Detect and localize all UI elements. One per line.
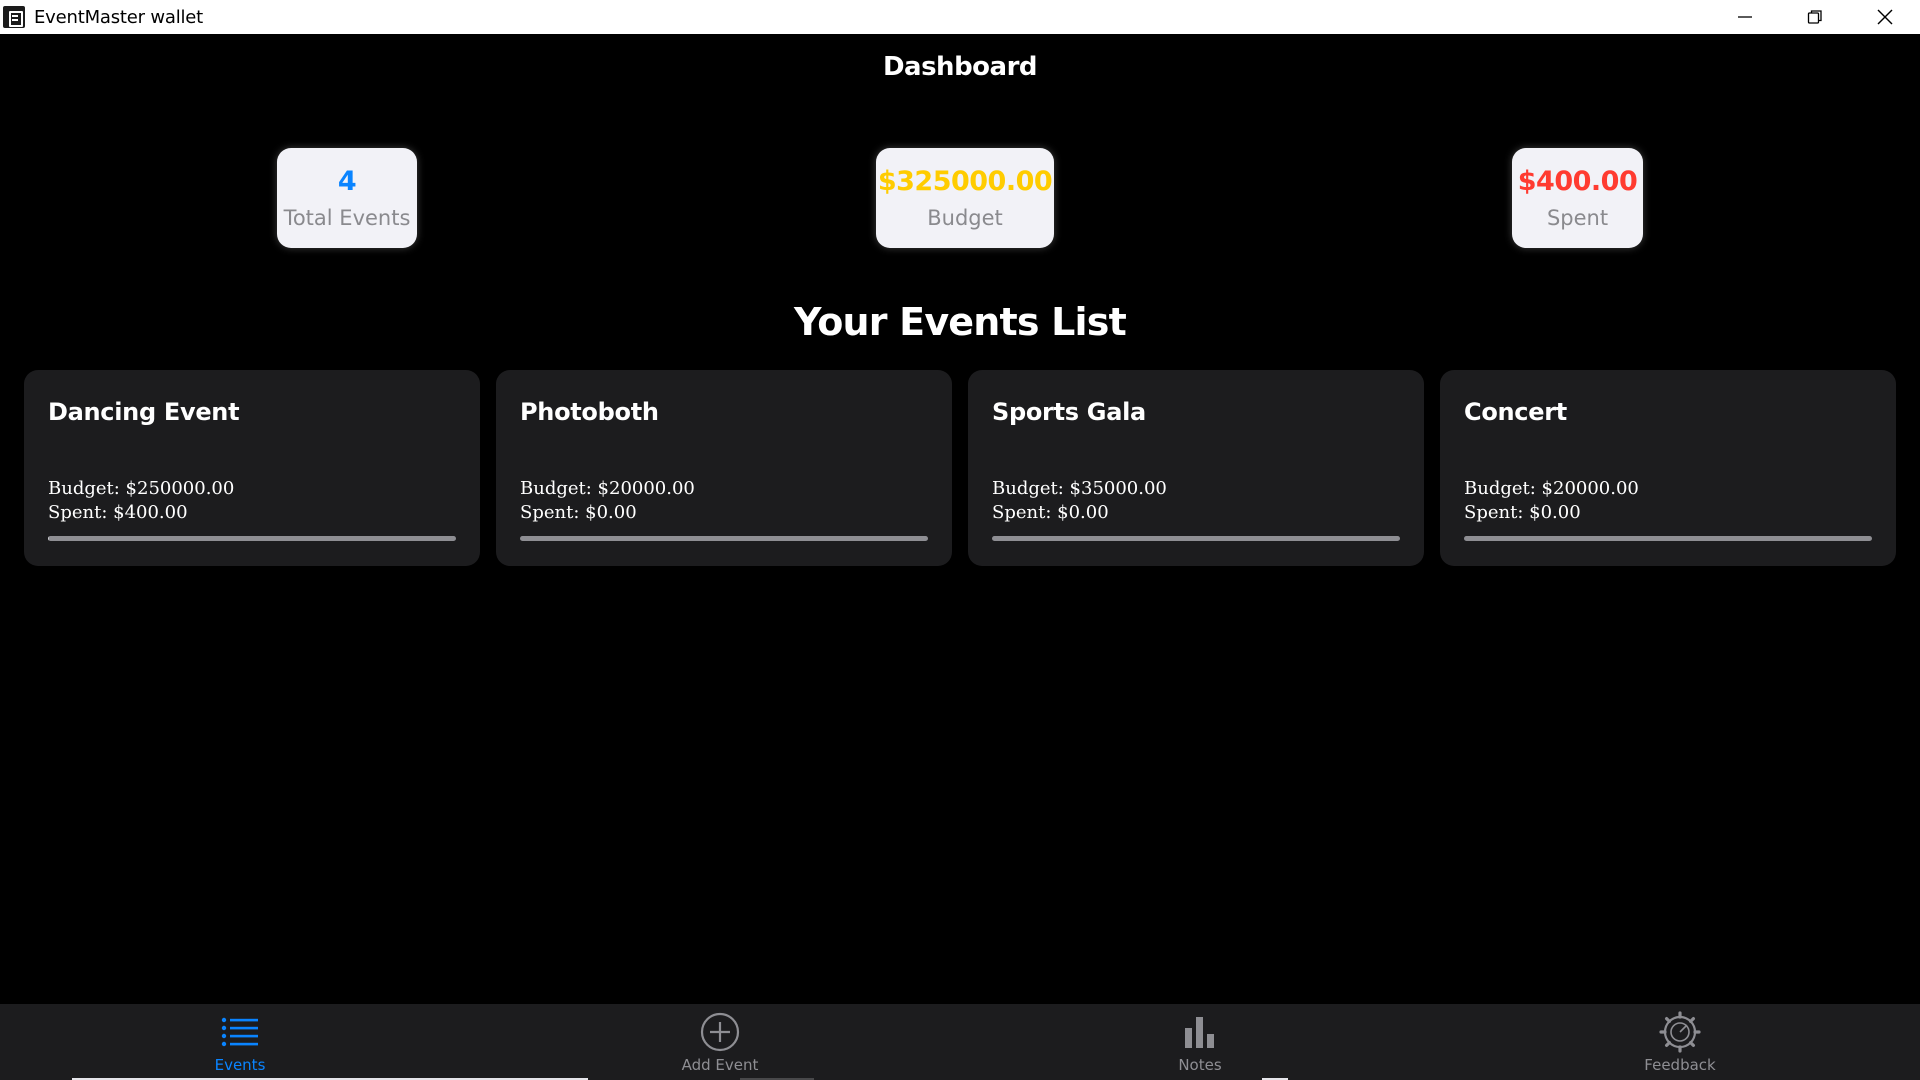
nav-label-events: Events bbox=[214, 1056, 266, 1074]
bottom-nav: Events Add Event Notes Feedback bbox=[0, 1004, 1920, 1080]
event-name: Dancing Event bbox=[48, 398, 240, 426]
event-card[interactable]: Sports Gala Budget: $35000.00 Spent: $0.… bbox=[968, 370, 1424, 566]
events-list-title: Your Events List bbox=[794, 300, 1127, 344]
event-budget: Budget: $20000.00 bbox=[520, 478, 695, 499]
nav-item-notes[interactable]: Notes bbox=[960, 1004, 1440, 1080]
list-icon bbox=[218, 1012, 262, 1052]
minimize-button[interactable] bbox=[1710, 0, 1780, 34]
event-name: Concert bbox=[1464, 398, 1567, 426]
event-spent: Spent: $0.00 bbox=[1464, 502, 1581, 523]
nav-item-feedback[interactable]: Feedback bbox=[1440, 1004, 1920, 1080]
event-card[interactable]: Concert Budget: $20000.00 Spent: $0.00 bbox=[1440, 370, 1896, 566]
event-spent: Spent: $0.00 bbox=[992, 502, 1109, 523]
event-progress-bar bbox=[992, 536, 1400, 541]
nav-label-add-event: Add Event bbox=[681, 1056, 759, 1074]
budget-label: Budget bbox=[927, 206, 1003, 230]
add-circle-icon bbox=[698, 1012, 742, 1052]
event-name: Sports Gala bbox=[992, 398, 1146, 426]
window-controls bbox=[1710, 0, 1920, 34]
nav-label-notes: Notes bbox=[1178, 1056, 1222, 1074]
close-button[interactable] bbox=[1850, 0, 1920, 34]
events-list: Dancing Event Budget: $250000.00 Spent: … bbox=[24, 370, 1896, 566]
event-card[interactable]: Photoboth Budget: $20000.00 Spent: $0.00 bbox=[496, 370, 952, 566]
event-spent: Spent: $0.00 bbox=[520, 502, 637, 523]
event-name: Photoboth bbox=[520, 398, 659, 426]
nav-label-feedback: Feedback bbox=[1644, 1056, 1716, 1074]
nav-item-add-event[interactable]: Add Event bbox=[480, 1004, 960, 1080]
nav-item-events[interactable]: Events bbox=[0, 1004, 588, 1080]
event-progress-bar bbox=[1464, 536, 1872, 541]
event-budget: Budget: $250000.00 bbox=[48, 478, 235, 499]
event-spent: Spent: $400.00 bbox=[48, 502, 188, 523]
event-progress-bar bbox=[48, 536, 456, 541]
title-bar: EventMaster wallet bbox=[0, 0, 1920, 34]
event-budget: Budget: $20000.00 bbox=[1464, 478, 1639, 499]
close-icon bbox=[1877, 9, 1893, 25]
spent-card: $400.00 Spent bbox=[1512, 148, 1643, 248]
app-icon bbox=[3, 6, 25, 28]
minimize-icon bbox=[1738, 16, 1752, 18]
event-progress-bar bbox=[520, 536, 928, 541]
bar-chart-icon bbox=[1178, 1012, 1222, 1052]
restore-button[interactable] bbox=[1780, 0, 1850, 34]
restore-icon bbox=[1807, 10, 1822, 24]
total-events-label: Total Events bbox=[283, 206, 411, 230]
page-title: Dashboard bbox=[882, 52, 1038, 82]
spent-label: Spent bbox=[1546, 206, 1609, 230]
total-events-value: 4 bbox=[337, 166, 357, 197]
budget-card: $325000.00 Budget bbox=[876, 148, 1054, 248]
event-card[interactable]: Dancing Event Budget: $250000.00 Spent: … bbox=[24, 370, 480, 566]
event-budget: Budget: $35000.00 bbox=[992, 478, 1167, 499]
window-title: EventMaster wallet bbox=[34, 6, 204, 28]
spent-value: $400.00 bbox=[1517, 166, 1638, 197]
gear-icon bbox=[1658, 1011, 1702, 1053]
event-progress-fill bbox=[48, 536, 49, 541]
total-events-card: 4 Total Events bbox=[277, 148, 417, 248]
budget-value: $325000.00 bbox=[877, 166, 1053, 197]
